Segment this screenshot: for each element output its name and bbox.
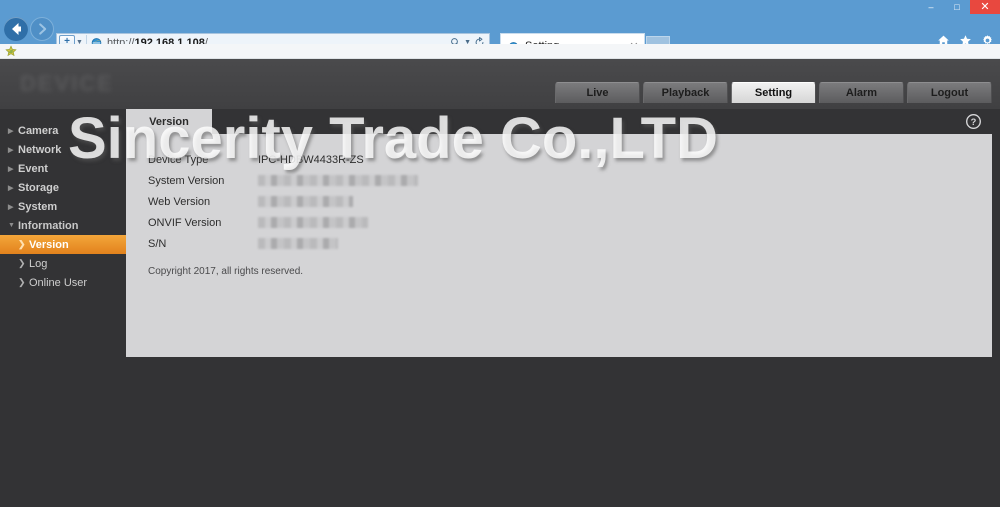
info-row-onvif-version: ONVIF Version: [148, 212, 848, 233]
chevron-right-icon: ❯: [18, 239, 26, 249]
menu-tab-label: Logout: [930, 87, 969, 99]
info-value-redacted: [258, 238, 338, 249]
sidebar-subitem-label: Version: [29, 238, 69, 251]
menu-tab-label: Setting: [754, 87, 793, 99]
chevron-right-icon: ❯: [18, 258, 26, 268]
sidebar-item-label: Event: [18, 162, 48, 175]
menu-tab-logout[interactable]: Logout: [907, 82, 992, 103]
info-label: System Version: [148, 174, 225, 187]
sidebar-item-version[interactable]: ❯ Version: [0, 235, 126, 254]
info-row-system-version: System Version: [148, 170, 848, 191]
menu-tab-label: Live: [586, 87, 609, 99]
help-question-icon[interactable]: ?: [965, 113, 982, 130]
minimize-button[interactable]: –: [918, 0, 944, 14]
info-value: IPC-HDBW4433R-ZS: [258, 153, 364, 166]
main-menu-tabs: Live Playback Setting Alarm Logout: [552, 82, 1000, 103]
info-value-redacted: [258, 196, 353, 207]
maximize-icon: □: [954, 1, 960, 12]
close-icon: ✕: [980, 0, 990, 13]
panel-tabbar: Version ?: [126, 109, 992, 134]
sidebar-item-storage[interactable]: ▶ Storage: [0, 178, 126, 197]
info-value-redacted: [258, 175, 418, 186]
favorites-bar: [0, 44, 1000, 59]
device-header: DEVICE Live Playback Setting Alarm Logou…: [0, 59, 1000, 109]
info-row-web-version: Web Version: [148, 191, 848, 212]
device-web-ui: DEVICE Live Playback Setting Alarm Logou…: [0, 59, 1000, 507]
chevron-right-icon: ▶: [8, 184, 14, 192]
version-panel: Version ? Device Type IPC-HDBW4433R-ZS S…: [126, 109, 992, 357]
chevron-right-icon: ▶: [8, 203, 14, 211]
maximize-button[interactable]: □: [944, 0, 970, 14]
chevron-right-icon: ❯: [18, 277, 26, 287]
copyright-text: Copyright 2017, all rights reserved.: [148, 266, 304, 277]
info-row-serial-number: S/N: [148, 233, 848, 254]
chevron-right-icon: ▶: [8, 146, 14, 154]
sidebar-item-event[interactable]: ▶ Event: [0, 159, 126, 178]
settings-sidebar: ▶ Camera ▶ Network ▶ Event ▶ Storage ▶ S…: [0, 109, 126, 507]
chevron-down-icon: ▼: [8, 222, 15, 229]
info-label: ONVIF Version: [148, 216, 222, 229]
info-label: Web Version: [148, 195, 211, 208]
sidebar-item-camera[interactable]: ▶ Camera: [0, 121, 126, 140]
sidebar-item-label: Storage: [18, 181, 59, 194]
info-label: Device Type: [148, 153, 209, 166]
chevron-right-icon: ▶: [8, 165, 14, 173]
device-logo: DEVICE: [20, 71, 114, 96]
minimize-icon: –: [928, 1, 934, 12]
back-button[interactable]: [4, 17, 28, 41]
menu-tab-setting[interactable]: Setting: [731, 82, 816, 103]
sidebar-item-system[interactable]: ▶ System: [0, 197, 126, 216]
menu-tab-playback[interactable]: Playback: [643, 82, 728, 103]
favorites-star-icon[interactable]: [5, 45, 17, 57]
sidebar-item-label: Information: [18, 219, 79, 232]
sidebar-subitem-label: Online User: [29, 276, 88, 289]
menu-tab-live[interactable]: Live: [555, 82, 640, 103]
menu-tab-label: Playback: [661, 87, 710, 99]
window-titlebar: – □ ✕: [0, 0, 1000, 14]
sidebar-item-online-user[interactable]: ❯ Online User: [0, 273, 126, 292]
tab-version[interactable]: Version: [126, 109, 212, 134]
sidebar-subitem-label: Log: [29, 257, 48, 270]
close-window-button[interactable]: ✕: [970, 0, 1000, 14]
sidebar-item-label: System: [18, 200, 58, 213]
forward-arrow-icon: [39, 23, 47, 35]
sidebar-item-information[interactable]: ▼ Information: [0, 216, 126, 235]
sidebar-item-label: Network: [18, 143, 62, 156]
chevron-right-icon: ▶: [8, 127, 14, 135]
info-label: S/N: [148, 237, 167, 250]
version-info-table: Device Type IPC-HDBW4433R-ZS System Vers…: [148, 149, 848, 254]
browser-navbar: + ▼ http://192.168.1.108/ ▼: [0, 14, 1000, 58]
window-controls: – □ ✕: [918, 0, 1000, 14]
menu-tab-label: Alarm: [845, 87, 878, 99]
sidebar-item-log[interactable]: ❯ Log: [0, 254, 126, 273]
sidebar-item-network[interactable]: ▶ Network: [0, 140, 126, 159]
menu-tab-alarm[interactable]: Alarm: [819, 82, 904, 103]
svg-text:?: ?: [971, 117, 977, 127]
sidebar-item-label: Camera: [18, 124, 59, 137]
tab-version-label: Version: [149, 115, 189, 128]
browser-window: – □ ✕ + ▼ http://192.168.1.108/ ▼ DEVICE…: [0, 0, 1000, 507]
back-arrow-icon: [12, 23, 21, 35]
info-row-device-type: Device Type IPC-HDBW4433R-ZS: [148, 149, 848, 170]
forward-button[interactable]: [30, 17, 54, 41]
info-value-redacted: [258, 217, 368, 228]
